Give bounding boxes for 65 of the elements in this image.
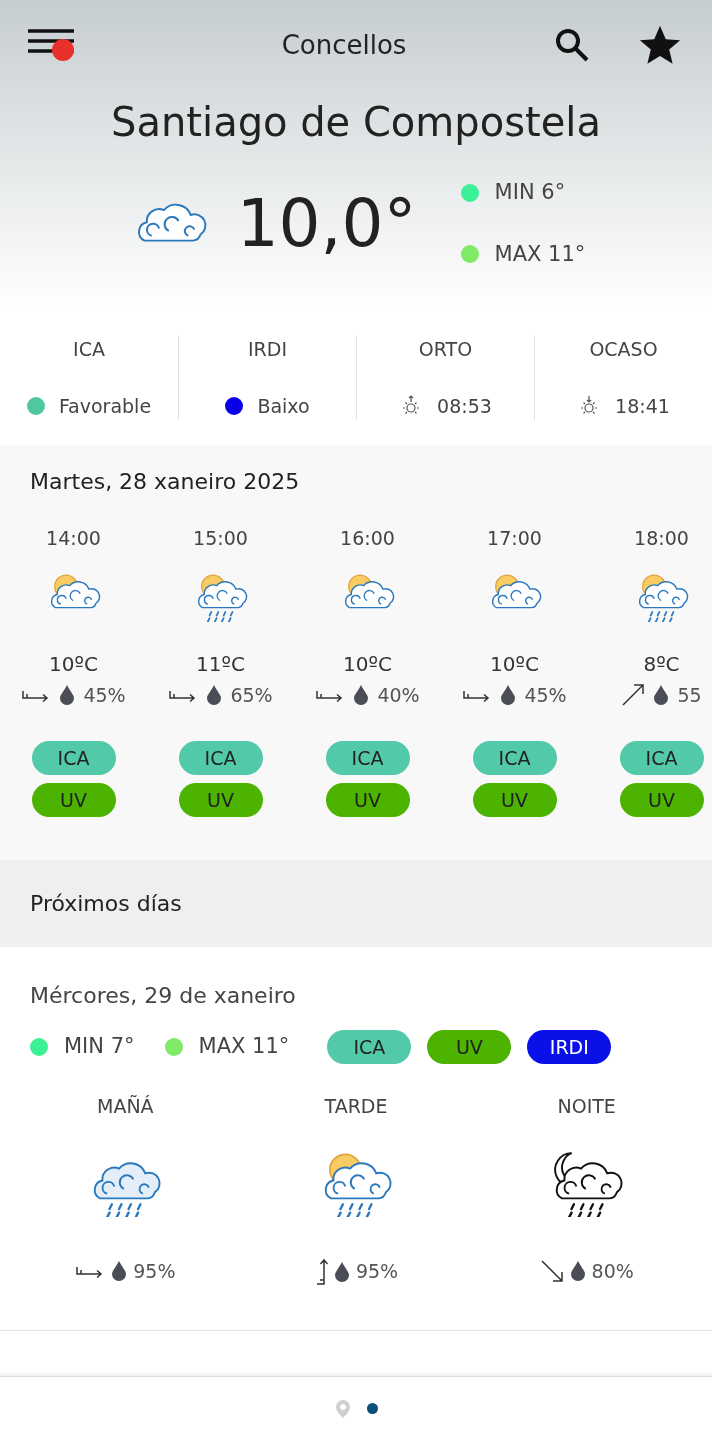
- rain-chance: 40%: [377, 682, 420, 708]
- index-pill[interactable]: UV: [472, 783, 557, 817]
- hour-label: 17:00: [487, 526, 542, 551]
- search-icon: [554, 27, 590, 63]
- raindrop-icon: [333, 1261, 350, 1282]
- rain-chance: 80%: [591, 1258, 634, 1284]
- location-name: Santiago de Compostela: [110, 98, 602, 147]
- index-pill[interactable]: UV: [619, 783, 704, 817]
- hour-temperature: 10ºC: [49, 650, 98, 678]
- index-pill[interactable]: ICA: [327, 1030, 412, 1064]
- raindrop-icon: [111, 1260, 128, 1282]
- index-pill[interactable]: UV: [31, 783, 116, 817]
- notification-badge: [52, 39, 74, 61]
- hour-label: 18:00: [634, 526, 689, 551]
- index-pill[interactable]: ICA: [31, 741, 116, 775]
- hour-temperature: 11ºC: [196, 650, 245, 678]
- rain-chance: 45%: [524, 682, 567, 708]
- hour-temperature: 10ºC: [343, 650, 392, 678]
- index-label: OCASO: [589, 337, 658, 362]
- hour-label: 16:00: [340, 526, 395, 551]
- index-label: ORTO: [418, 337, 473, 362]
- rain-chance: 45%: [83, 682, 126, 708]
- index-pill[interactable]: ICA: [619, 741, 704, 775]
- raindrop-icon: [569, 1260, 586, 1282]
- raindrop-icon: [353, 684, 370, 706]
- rain-chance: 65%: [230, 682, 273, 708]
- hour-temperature: 8ºC: [643, 650, 680, 678]
- raindrop-icon: [206, 684, 223, 706]
- day-heading: Mércores, 29 de xaneiro: [30, 982, 297, 1010]
- rain-chance: 95%: [133, 1258, 176, 1284]
- index-label: ICA: [73, 337, 105, 362]
- temperature-label: MIN 6°: [494, 179, 566, 206]
- index-pill[interactable]: UV: [178, 783, 263, 817]
- rain-chance: 55: [677, 682, 702, 708]
- temperature-label: MIN 7°: [64, 1033, 135, 1061]
- index-pill[interactable]: UV: [325, 783, 410, 817]
- hour-temperature: 10ºC: [490, 650, 539, 678]
- raindrop-icon: [500, 684, 517, 706]
- hour-label: 14:00: [46, 526, 101, 551]
- raindrop-icon: [59, 684, 76, 706]
- raindrop-icon: [653, 684, 670, 706]
- index-value: Favorable: [58, 393, 152, 419]
- period-label: TARDE: [324, 1094, 388, 1119]
- temperature-label: MAX 11°: [494, 240, 586, 268]
- current-temperature: 10,0°: [236, 184, 417, 264]
- period-label: MAÑÁ: [97, 1094, 154, 1119]
- index-pill[interactable]: IRDI: [527, 1030, 612, 1064]
- rain-chance: 95%: [355, 1259, 399, 1285]
- index-pill[interactable]: ICA: [472, 741, 557, 775]
- wind-arrow-icon: [621, 682, 646, 707]
- index-value: 08:53: [437, 393, 492, 419]
- menu-icon: [28, 29, 74, 55]
- date-heading: Martes, 28 xaneiro 2025: [29, 468, 301, 496]
- index-label: IRDI: [247, 337, 287, 362]
- wind-arrow-icon: [539, 1258, 564, 1283]
- index-value: 18:41: [615, 393, 670, 419]
- index-pill[interactable]: UV: [427, 1030, 512, 1064]
- period-label: NOITE: [557, 1094, 616, 1119]
- temperature-label: MAX 11°: [198, 1033, 290, 1061]
- index-pill[interactable]: ICA: [325, 741, 410, 775]
- index-value: Baixo: [257, 393, 310, 419]
- index-pill[interactable]: ICA: [178, 741, 263, 775]
- section-heading: Próximos días: [30, 890, 182, 918]
- screen-title: Concellos: [280, 28, 408, 62]
- hour-label: 15:00: [193, 526, 248, 551]
